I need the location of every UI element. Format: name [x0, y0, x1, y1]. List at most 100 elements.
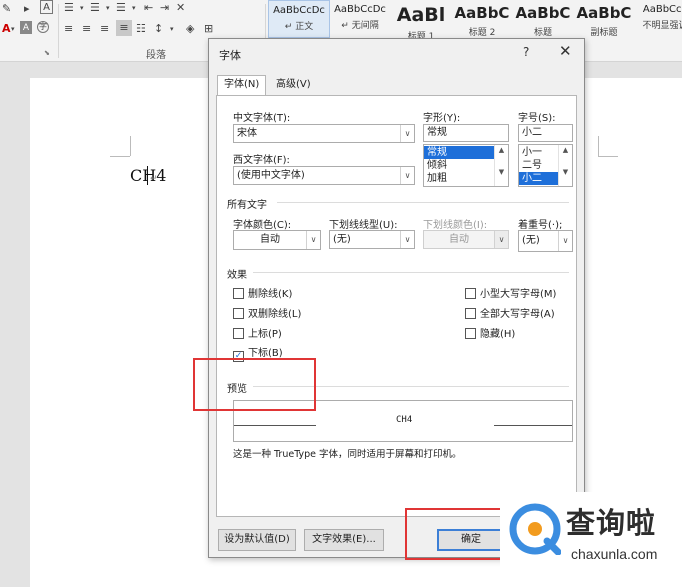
- hidden-label: 隐藏(H): [480, 329, 516, 340]
- checkmark-icon[interactable]: ✓: [233, 351, 244, 362]
- checkbox-box[interactable]: [465, 308, 476, 319]
- watermark-brand-cn: 查询啦: [566, 506, 657, 540]
- font-color-value: 自动: [260, 234, 280, 245]
- list-item[interactable]: 小二: [519, 172, 558, 185]
- style-tile[interactable]: AaBbCcDc ↵ 正文: [268, 0, 330, 38]
- numbering-icon[interactable]: ☰: [90, 1, 100, 15]
- style-name: 标题 1: [407, 32, 435, 38]
- multilevel-dropdown-icon[interactable]: ▾: [132, 1, 136, 15]
- style-tile[interactable]: AaBbCcL 不明显强调: [634, 0, 682, 38]
- double-strikethrough-checkbox[interactable]: 双删除线(L): [233, 308, 301, 321]
- scrollbar[interactable]: ▲ ▼: [494, 145, 508, 186]
- superscript-label: 上标(P): [248, 329, 282, 340]
- help-button[interactable]: ?: [523, 45, 529, 59]
- chevron-down-icon[interactable]: ∨: [558, 231, 572, 251]
- style-tile[interactable]: AaBl 标题 1: [390, 0, 452, 38]
- list-item[interactable]: 小一: [519, 146, 558, 159]
- scrollbar[interactable]: ▲ ▼: [558, 145, 572, 186]
- decrease-indent-icon[interactable]: ⇤: [144, 1, 153, 15]
- subscript-label: 下标(B): [248, 348, 283, 359]
- list-item[interactable]: 二号: [519, 159, 558, 172]
- style-tile[interactable]: AaBbC 标题 2: [451, 0, 513, 38]
- multilevel-list-icon[interactable]: ☰: [116, 1, 126, 15]
- dialog-launcher-icon[interactable]: ⬊: [44, 46, 50, 60]
- bullets-icon[interactable]: ☰: [64, 1, 74, 15]
- ok-button[interactable]: 确定: [437, 529, 505, 551]
- list-item[interactable]: 加粗: [424, 172, 494, 185]
- western-font-combo[interactable]: (使用中文字体) ∨: [233, 166, 415, 185]
- align-center-icon[interactable]: ≡: [82, 22, 91, 36]
- strikethrough-label: 删除线(K): [248, 289, 293, 300]
- font-style-list[interactable]: 常规 倾斜 加粗 ▲ ▼: [423, 144, 509, 187]
- chevron-down-icon[interactable]: ∨: [400, 231, 414, 248]
- align-right-icon[interactable]: ≡: [100, 22, 109, 36]
- ribbon-separator: [58, 4, 59, 58]
- small-caps-checkbox[interactable]: 小型大写字母(M): [465, 288, 556, 301]
- font-color-icon[interactable]: A: [2, 22, 11, 36]
- emphasis-mark-combo[interactable]: (无) ∨: [518, 230, 573, 252]
- font-color-combo[interactable]: 自动 ∨: [233, 230, 321, 250]
- numbering-dropdown-icon[interactable]: ▾: [106, 1, 110, 15]
- font-style-input[interactable]: 常规: [423, 124, 509, 142]
- style-sample: AaBbCcDc: [273, 5, 325, 16]
- justify-icon[interactable]: ≡: [116, 20, 132, 36]
- checkbox-box[interactable]: [465, 288, 476, 299]
- line-spacing-icon[interactable]: ↕: [154, 22, 163, 36]
- checkbox-box[interactable]: [233, 308, 244, 319]
- font-color-label: 字体颜色(C):: [233, 220, 292, 231]
- chinese-font-combo[interactable]: 宋体 ∨: [233, 124, 415, 143]
- font-size-input[interactable]: 小二: [518, 124, 573, 142]
- font-color-dropdown-icon[interactable]: ▾: [11, 22, 15, 36]
- shading-icon[interactable]: ◈: [186, 22, 194, 36]
- underline-style-combo[interactable]: (无) ∨: [329, 230, 415, 249]
- underline-color-label: 下划线颜色(I):: [423, 220, 488, 231]
- tab-advanced[interactable]: 高级(V): [269, 75, 318, 95]
- chevron-down-icon[interactable]: ∨: [306, 231, 320, 249]
- line-spacing-dropdown-icon[interactable]: ▾: [170, 22, 174, 36]
- align-left-icon[interactable]: ≡: [64, 22, 73, 36]
- list-item[interactable]: 倾斜: [424, 159, 494, 172]
- char-shading-icon[interactable]: A: [20, 21, 32, 34]
- bullets-dropdown-icon[interactable]: ▾: [80, 1, 84, 15]
- chevron-down-icon[interactable]: ∨: [400, 167, 414, 184]
- enclose-char-icon[interactable]: 字: [37, 21, 49, 33]
- superscript-checkbox[interactable]: 上标(P): [233, 328, 282, 341]
- checkbox-box[interactable]: [233, 328, 244, 339]
- hidden-checkbox[interactable]: 隐藏(H): [465, 328, 515, 341]
- all-caps-checkbox[interactable]: 全部大写字母(A): [465, 308, 555, 321]
- chinese-layout-icon[interactable]: ✕: [176, 1, 185, 15]
- set-default-button[interactable]: 设为默认值(D): [218, 529, 296, 551]
- all-caps-label: 全部大写字母(A): [480, 309, 555, 320]
- scroll-up-icon[interactable]: ▲: [559, 146, 572, 154]
- double-strikethrough-label: 双删除线(L): [248, 309, 302, 320]
- checkbox-box[interactable]: [465, 328, 476, 339]
- format-painter-icon[interactable]: ✎: [2, 2, 11, 16]
- watermark-brand-en: chaxunla.com: [571, 546, 658, 562]
- scroll-up-icon[interactable]: ▲: [495, 146, 508, 154]
- style-tile[interactable]: AaBbCcDc ↵ 无间隔: [329, 0, 391, 38]
- scroll-down-icon[interactable]: ▼: [495, 168, 508, 176]
- crop-mark: [598, 156, 618, 157]
- close-button[interactable]: ✕: [559, 42, 572, 60]
- subscript-checkbox[interactable]: ✓ 下标(B): [233, 348, 283, 362]
- list-item[interactable]: 常规: [424, 146, 494, 159]
- strikethrough-checkbox[interactable]: 删除线(K): [233, 288, 292, 301]
- increase-indent-icon[interactable]: ⇥: [160, 1, 169, 15]
- underline-color-combo: 自动 ∨: [423, 230, 509, 249]
- font-size-list[interactable]: 小一 二号 小二 ▲ ▼: [518, 144, 573, 187]
- tab-font[interactable]: 字体(N): [217, 75, 267, 96]
- text-effects-button[interactable]: 文字效果(E)...: [304, 529, 384, 551]
- highlight-icon[interactable]: ▸: [24, 2, 30, 16]
- crop-mark: [598, 136, 599, 156]
- distributed-icon[interactable]: ☷: [136, 22, 146, 36]
- scroll-down-icon[interactable]: ▼: [559, 168, 572, 176]
- style-name: ↵ 正文: [284, 22, 314, 32]
- crop-mark: [130, 136, 131, 156]
- style-tile[interactable]: AaBbC 标题: [512, 0, 574, 38]
- underline-color-value: 自动: [449, 234, 469, 245]
- borders-icon[interactable]: ⊞: [204, 22, 213, 36]
- chevron-down-icon[interactable]: ∨: [400, 125, 414, 142]
- checkbox-box[interactable]: [233, 288, 244, 299]
- style-tile[interactable]: AaBbC 副标题: [573, 0, 635, 38]
- char-border-icon[interactable]: A: [40, 0, 53, 14]
